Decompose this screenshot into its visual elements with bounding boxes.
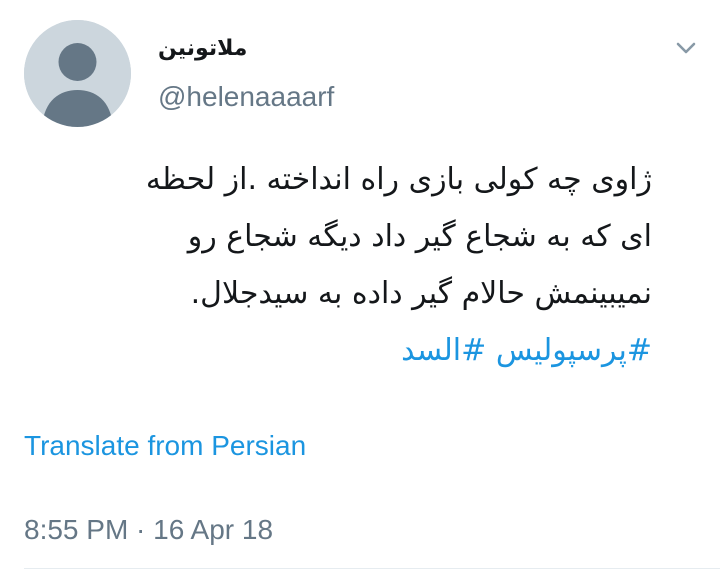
author-handle[interactable]: @helenaaaarf (158, 80, 334, 114)
tweet-text: ژاوی چه کولی بازی راه انداخته .از لحظه ا… (20, 151, 652, 379)
divider (24, 568, 720, 569)
tweet-card: ملاتونین @helenaaaarf ژاوی چه کولی بازی … (0, 0, 720, 571)
tweet-menu-button[interactable] (672, 38, 700, 58)
tweet-text-line: ژاوی چه کولی بازی راه انداخته .از لحظه (145, 162, 652, 197)
tweet-timestamp[interactable]: 8:55 PM · 16 Apr 18 (24, 512, 273, 548)
chevron-down-icon (676, 42, 696, 54)
tweet-text-line: ای که به شجاع گیر داد دیگه شجاع رو (187, 219, 652, 254)
tweet-text-line: نمیبینمش حالام گیر داده به سیدجلال. (190, 276, 652, 311)
author-display-name[interactable]: ملاتونین (158, 34, 247, 64)
translate-link[interactable]: Translate from Persian (24, 428, 306, 464)
hashtag-link[interactable]: #السد (401, 333, 486, 368)
default-user-avatar-icon (24, 20, 131, 127)
avatar[interactable] (24, 20, 131, 127)
hashtag-list: #پرسپولیس #السد (20, 322, 652, 379)
hashtag-link[interactable]: #پرسپولیس (496, 333, 652, 368)
